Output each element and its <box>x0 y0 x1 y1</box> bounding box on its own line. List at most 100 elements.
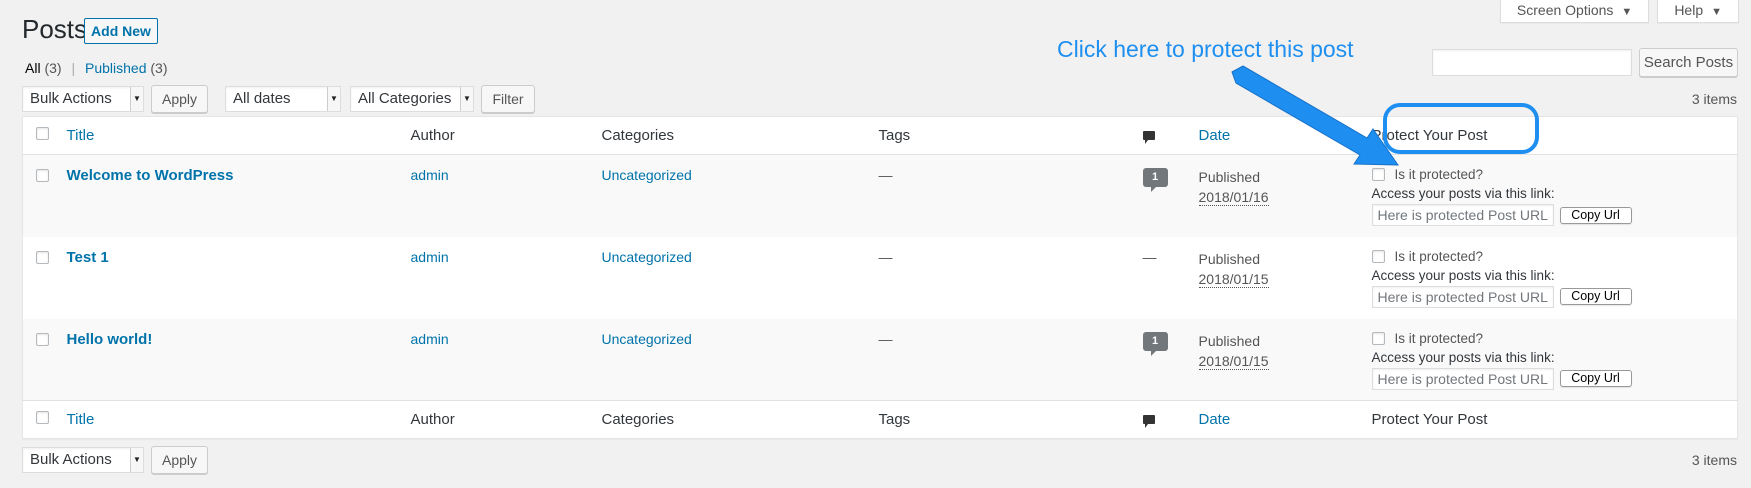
post-status: Published <box>1198 169 1261 185</box>
post-date-value: 2018/01/15 <box>1198 352 1269 370</box>
status-filter-links: All (3) | Published (3) <box>25 60 168 76</box>
post-title-link[interactable]: Welcome to WordPress <box>63 167 234 184</box>
screen-options-label: Screen Options <box>1516 2 1614 18</box>
protect-label: Is it protected? <box>1394 167 1484 182</box>
select-all-cell-footer <box>22 400 63 439</box>
column-title-label: Title <box>66 411 95 428</box>
post-author-link[interactable]: admin <box>411 249 449 265</box>
copy-url-button[interactable]: Copy Url <box>1559 288 1632 305</box>
post-category-link[interactable]: Uncategorized <box>602 331 692 347</box>
post-date: Published 2018/01/15 <box>1198 249 1372 289</box>
protect-checkbox[interactable] <box>1371 168 1385 181</box>
filter-all-count: (3) <box>44 60 62 76</box>
protect-toggle: Is it protected? <box>1371 249 1738 264</box>
row-checkbox[interactable] <box>36 250 50 264</box>
comment-count-bubble[interactable]: 1 <box>1142 331 1168 356</box>
post-title-link[interactable]: Test 1 <box>63 249 109 266</box>
items-count-top: 3 items <box>1691 91 1737 107</box>
column-categories: Categories <box>601 116 879 155</box>
bulk-actions-select-bottom[interactable]: Bulk Actions ▼ <box>22 447 144 473</box>
filter-published-count: (3) <box>150 60 168 76</box>
column-date-footer[interactable]: Date <box>1198 400 1372 439</box>
protected-url-row: Here is protected Post URL Copy Url <box>1371 367 1738 390</box>
column-protect-footer: Protect Your Post <box>1371 400 1738 439</box>
protected-url-input[interactable]: Here is protected Post URL <box>1371 285 1554 308</box>
column-categories-footer: Categories <box>601 400 879 439</box>
filter-separator: | <box>71 60 76 76</box>
column-author: Author <box>410 116 602 155</box>
column-date-label: Date <box>1198 127 1231 144</box>
protected-url-input[interactable]: Here is protected Post URL <box>1371 204 1554 226</box>
post-author-link[interactable]: admin <box>411 167 449 183</box>
row-checkbox[interactable] <box>36 332 50 346</box>
posts-table: Title Author Categories Tags Date Protec… <box>22 116 1738 439</box>
filter-published-link[interactable]: Published <box>85 60 147 76</box>
row-checkbox-cell <box>23 155 63 237</box>
access-label: Access your posts via this link: <box>1371 186 1555 201</box>
table-row: Test 1 admin Uncategorized — — Published… <box>23 237 1738 319</box>
caret-down-icon: ▼ <box>1711 6 1722 18</box>
page-title: Posts <box>22 14 88 44</box>
comment-count: — <box>1142 248 1157 265</box>
post-tags: — <box>878 167 893 183</box>
row-checkbox[interactable] <box>36 169 50 182</box>
column-title[interactable]: Title <box>62 116 411 155</box>
row-checkbox-cell <box>23 319 63 401</box>
comment-icon <box>1142 131 1155 144</box>
post-status: Published <box>1198 332 1261 349</box>
select-all-checkbox[interactable] <box>36 411 50 424</box>
column-title-footer[interactable]: Title <box>62 400 411 439</box>
table-row: Welcome to WordPress admin Uncategorized… <box>22 154 1738 237</box>
copy-url-button[interactable]: Copy Url <box>1559 370 1632 387</box>
apply-button-bottom[interactable]: Apply <box>151 446 208 474</box>
post-title-link[interactable]: Hello world! <box>63 331 153 348</box>
apply-button[interactable]: Apply <box>151 85 208 113</box>
select-all-checkbox[interactable] <box>36 127 50 140</box>
post-date-value: 2018/01/16 <box>1198 189 1269 206</box>
help-tab[interactable]: Help ▼ <box>1657 0 1739 23</box>
table-footer-row: Title Author Categories Tags Date Protec… <box>22 400 1738 439</box>
protect-checkbox[interactable] <box>1371 249 1385 263</box>
comment-count-bubble[interactable]: 1 <box>1142 168 1168 192</box>
post-date: Published 2018/01/16 <box>1198 167 1372 207</box>
filter-button[interactable]: Filter <box>481 85 535 113</box>
screen-meta-links: Screen Options ▼ Help ▼ <box>1499 0 1739 23</box>
column-tags: Tags <box>878 116 1143 155</box>
protect-toggle: Is it protected? <box>1371 167 1738 182</box>
dropdown-arrow-icon: ▼ <box>327 87 340 111</box>
search-input[interactable] <box>1432 49 1632 76</box>
add-new-button[interactable]: Add New <box>84 18 158 44</box>
category-filter-select[interactable]: All Categories ▼ <box>350 86 474 112</box>
select-all-cell <box>22 116 63 155</box>
date-filter-select[interactable]: All dates ▼ <box>225 86 341 112</box>
search-posts-button[interactable]: Search Posts <box>1639 48 1738 77</box>
table-row: Hello world! admin Uncategorized — 1 Pub… <box>22 318 1738 401</box>
column-title-label: Title <box>66 127 95 144</box>
column-tags-footer: Tags <box>878 400 1143 439</box>
bulk-actions-value: Bulk Actions <box>30 451 112 468</box>
protect-toggle: Is it protected? <box>1371 331 1738 346</box>
protected-url-input[interactable]: Here is protected Post URL <box>1371 367 1554 390</box>
post-tags: — <box>878 248 893 265</box>
screen-options-tab[interactable]: Screen Options ▼ <box>1499 0 1650 23</box>
post-author-link[interactable]: admin <box>411 331 449 347</box>
copy-url-button[interactable]: Copy Url <box>1559 206 1632 224</box>
access-label: Access your posts via this link: <box>1371 267 1555 283</box>
caret-down-icon: ▼ <box>1621 6 1633 18</box>
bulk-actions-value: Bulk Actions <box>30 90 112 107</box>
access-label: Access your posts via this link: <box>1371 349 1555 365</box>
filter-all-link[interactable]: All <box>25 60 41 76</box>
column-author-footer: Author <box>410 400 602 439</box>
dropdown-arrow-icon: ▼ <box>460 87 473 111</box>
post-category-link[interactable]: Uncategorized <box>602 167 692 183</box>
items-count-bottom: 3 items <box>1691 452 1737 468</box>
column-comments-footer[interactable] <box>1142 400 1199 439</box>
column-date[interactable]: Date <box>1198 116 1372 155</box>
column-comments[interactable] <box>1142 116 1199 155</box>
protect-checkbox[interactable] <box>1371 331 1385 345</box>
post-date-value: 2018/01/15 <box>1198 270 1269 288</box>
annotation-callout-text: Click here to protect this post <box>1057 36 1354 62</box>
post-category-link[interactable]: Uncategorized <box>602 249 692 265</box>
bulk-actions-select[interactable]: Bulk Actions ▼ <box>22 86 144 112</box>
annotation-highlight-ring <box>1383 103 1539 154</box>
